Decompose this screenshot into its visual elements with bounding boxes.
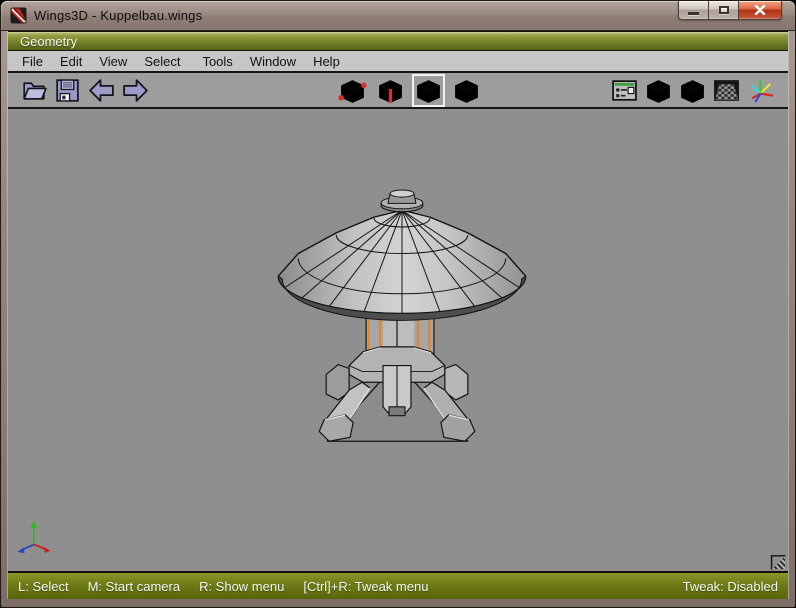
toolbar	[8, 71, 788, 109]
statusbar: L: Select M: Start camera R: Show menu […	[8, 573, 788, 599]
back-button[interactable]	[87, 76, 116, 105]
menu-file[interactable]: File	[22, 54, 43, 69]
body-mode-button[interactable]	[450, 74, 483, 107]
maximize-button[interactable]	[708, 1, 739, 20]
view-options-dialog-icon	[610, 76, 639, 105]
mouse-hints: L: Select M: Start camera R: Show menu […	[18, 579, 428, 594]
menu-help[interactable]: Help	[313, 54, 340, 69]
selection-mode-group	[336, 74, 483, 107]
titlebar[interactable]: Wings3D - Kuppelbau.wings	[1, 1, 795, 31]
view-tool-group	[610, 76, 775, 105]
ground-grid-icon	[712, 76, 741, 105]
menu-edit[interactable]: Edit	[60, 54, 82, 69]
hint-left-click: L: Select	[18, 579, 69, 594]
vertex-mode-button[interactable]	[336, 74, 369, 107]
window-title: Wings3D - Kuppelbau.wings	[34, 8, 202, 23]
smooth-shaded-button[interactable]	[644, 76, 673, 105]
hint-right-click: R: Show menu	[199, 579, 284, 594]
ground-plane-button[interactable]	[712, 76, 741, 105]
edge-mode-button[interactable]	[374, 74, 407, 107]
close-button[interactable]	[738, 1, 782, 20]
tweak-status: Tweak: Disabled	[683, 579, 778, 594]
model-dome	[278, 190, 525, 441]
menu-select[interactable]: Select	[144, 54, 180, 69]
wireframe-cube-icon	[678, 76, 707, 105]
scene-canvas	[8, 109, 788, 571]
wireframe-shaded-button[interactable]	[678, 76, 707, 105]
vertex-mode-cube-icon	[338, 76, 367, 105]
geometry-viewport[interactable]	[8, 109, 788, 573]
window-controls	[679, 1, 782, 20]
menu-view[interactable]: View	[99, 54, 127, 69]
file-tool-group	[19, 76, 150, 105]
viewport-resize-grip[interactable]	[772, 556, 786, 570]
view-options-button[interactable]	[610, 76, 639, 105]
menu-tools[interactable]: Tools	[202, 54, 232, 69]
body-mode-cube-icon	[452, 76, 481, 105]
wings3d-logo-icon	[10, 7, 27, 24]
minimize-button[interactable]	[678, 1, 709, 20]
open-file-button[interactable]	[19, 76, 48, 105]
menubar: File Edit View Select Tools Window Help	[8, 51, 788, 71]
axes-icon	[746, 76, 775, 105]
close-icon	[754, 5, 766, 15]
face-mode-cube-icon	[414, 76, 443, 105]
app-body: Geometry File Edit View Select Tools Win…	[8, 31, 788, 599]
axis-indicator	[17, 521, 50, 553]
hint-ctrl-right-click: [Ctrl]+R: Tweak menu	[303, 579, 428, 594]
back-arrow-icon	[87, 76, 116, 105]
minimize-icon	[688, 12, 699, 15]
edge-mode-cube-icon	[376, 76, 405, 105]
save-file-icon	[53, 76, 82, 105]
maximize-icon	[719, 6, 729, 14]
hint-middle-click: M: Start camera	[88, 579, 180, 594]
forward-arrow-icon	[121, 76, 150, 105]
forward-button[interactable]	[121, 76, 150, 105]
menu-window[interactable]: Window	[250, 54, 296, 69]
app-window: Wings3D - Kuppelbau.wings Geometry File …	[0, 0, 796, 608]
face-mode-button[interactable]	[412, 74, 445, 107]
smooth-shaded-cube-icon	[644, 76, 673, 105]
open-file-icon	[19, 76, 48, 105]
geometry-window-title: Geometry	[20, 34, 77, 49]
model-apex-knob	[381, 190, 423, 212]
save-file-button[interactable]	[53, 76, 82, 105]
geometry-window-header[interactable]: Geometry	[8, 31, 788, 51]
axes-toggle-button[interactable]	[746, 76, 775, 105]
